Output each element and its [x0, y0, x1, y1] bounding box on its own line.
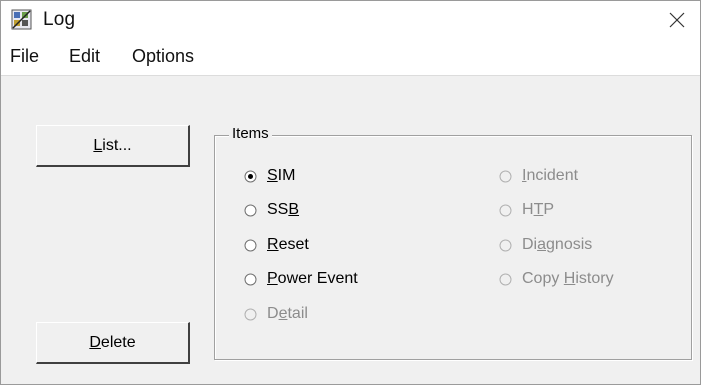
radio-option: HTP [499, 201, 554, 219]
radio-label-post: ower Event [277, 270, 358, 287]
delete-button-label-post: elete [100, 333, 136, 351]
radio-label-pre: Copy [522, 270, 564, 287]
radio-label: SIM [267, 167, 295, 185]
radio-button-icon [499, 239, 512, 251]
radio-label: Power Event [267, 270, 358, 288]
radio-button-icon [499, 170, 512, 182]
menu-bar: File Edit Options [1, 39, 700, 76]
radio-option[interactable]: Power Event [244, 270, 358, 288]
items-group-label: Items [229, 125, 272, 142]
radio-option[interactable]: SIM [244, 167, 295, 185]
radio-label-post: P [543, 201, 555, 218]
radio-label-mnemonic: a [537, 236, 547, 253]
radio-button-icon [244, 204, 257, 216]
radio-label: Diagnosis [522, 236, 592, 254]
radio-label: Incident [522, 167, 578, 185]
radio-button-icon [499, 204, 512, 216]
radio-label: Reset [267, 236, 309, 254]
radio-option: Copy History [499, 270, 614, 288]
radio-label-post: ncident [526, 167, 579, 184]
radio-label-pre: Di [522, 236, 538, 253]
title-bar[interactable]: Log [1, 1, 700, 39]
radio-button-icon [244, 308, 257, 320]
radio-label-mnemonic: S [267, 167, 278, 184]
radio-option: Diagnosis [499, 236, 592, 254]
radio-button-icon [244, 170, 257, 182]
radio-option: Incident [499, 167, 578, 185]
radio-label-mnemonic: P [267, 270, 278, 287]
radio-label-post: IM [277, 167, 296, 184]
radio-label: SSB [267, 201, 299, 219]
radio-button-icon [244, 273, 257, 285]
close-button[interactable] [654, 1, 700, 39]
radio-label-mnemonic: B [288, 201, 300, 218]
radio-label: HTP [522, 201, 554, 219]
window-title: Log [43, 9, 76, 30]
radio-option[interactable]: Reset [244, 236, 309, 254]
radio-label: Copy History [522, 270, 614, 288]
close-icon [669, 12, 685, 28]
log-app-icon [11, 9, 32, 30]
radio-label-post: tail [287, 305, 308, 322]
radio-label-mnemonic: R [267, 236, 279, 253]
radio-label-pre: H [522, 201, 534, 218]
delete-button-mnemonic: D [89, 333, 101, 351]
log-window: Log File Edit Options List... Delete Ite… [0, 0, 701, 385]
menu-options[interactable]: Options [132, 46, 194, 67]
menu-file[interactable]: File [10, 46, 39, 67]
radio-label-post: istory [575, 270, 614, 287]
menu-edit[interactable]: Edit [69, 46, 100, 67]
radio-option[interactable]: SSB [244, 201, 299, 219]
radio-button-icon [244, 239, 257, 251]
radio-label-mnemonic: T [533, 201, 544, 218]
radio-button-icon [499, 273, 512, 285]
radio-label-mnemonic: H [563, 270, 576, 287]
radio-option: Detail [244, 305, 308, 323]
radio-label: Detail [267, 305, 308, 323]
radio-label-post: eset [278, 236, 309, 253]
delete-button[interactable]: Delete [36, 322, 190, 364]
radio-label-pre: D [267, 305, 279, 322]
radio-label-post: gnosis [546, 236, 593, 253]
list-button[interactable]: List... [36, 125, 190, 167]
list-button-mnemonic: L [93, 136, 103, 154]
list-button-label-post: ist... [102, 136, 132, 154]
radio-label-pre: SS [267, 201, 289, 218]
radio-selected-dot [248, 173, 253, 179]
